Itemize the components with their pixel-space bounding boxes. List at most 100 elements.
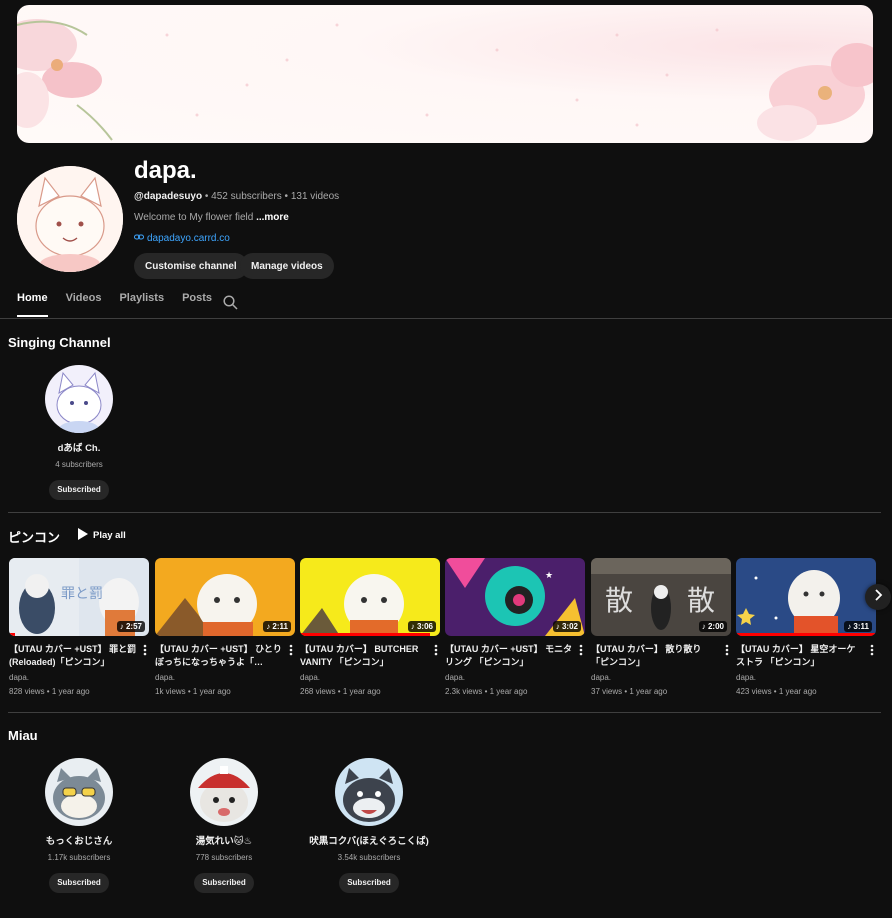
avatar[interactable] — [45, 758, 113, 826]
video-title[interactable]: 【UTAU カバー +UST】 ひとりぼっちになっちゃうよ「… — [155, 643, 283, 669]
channel-link[interactable]: dapadayo.carrd.co — [134, 233, 230, 244]
section-title-miau[interactable]: Miau — [8, 728, 38, 743]
video-thumbnail[interactable]: 罪と罰 ♪ 2:57 — [9, 558, 149, 636]
watch-progress-bar — [736, 633, 876, 636]
channel-card-name[interactable]: もっくおじさん — [14, 833, 144, 847]
subscribed-button[interactable]: Subscribed — [194, 873, 254, 893]
channel-card-subs: 3.54k subscribers — [337, 853, 401, 862]
duration-text: 3:02 — [561, 622, 578, 631]
channel-description[interactable]: Welcome to My flower field ...more — [134, 212, 289, 223]
channel-card[interactable]: 湯気れい🐱♨ 778 subscribers Subscribed — [159, 758, 289, 893]
video-channel[interactable]: dapa. — [155, 673, 295, 682]
video-title[interactable]: 【UTAU カバー】 星空オーケストラ 「ピンコン」 — [736, 643, 864, 669]
channel-banner — [17, 5, 873, 143]
duration-text: 2:00 — [707, 622, 724, 631]
description-text: Welcome to My flower field — [134, 212, 257, 223]
video-channel[interactable]: dapa. — [9, 673, 149, 682]
video-title[interactable]: 【UTAU カバー】 散り散り「ピンコン」 — [591, 643, 719, 669]
video-thumbnail[interactable]: ♪ 3:06 — [300, 558, 440, 636]
video-title[interactable]: 【UTAU カバー +UST】 罪と罰 (Reloaded)「ピンコン」 — [9, 643, 137, 669]
tab-playlists[interactable]: Playlists — [119, 292, 164, 317]
video-duration: ♪ 3:11 — [844, 621, 872, 632]
video-title[interactable]: 【UTAU カバー】 BUTCHER VANITY 「ピンコン」 — [300, 643, 428, 669]
video-duration: ♪ 2:11 — [263, 621, 291, 632]
more-options-icon[interactable] — [434, 643, 438, 661]
section-title-singing[interactable]: Singing Channel — [8, 335, 111, 350]
svg-text:罪と罰: 罪と罰 — [61, 586, 103, 602]
more-options-icon[interactable] — [143, 643, 147, 661]
video-meta: 423 views • 1 year ago — [736, 687, 817, 696]
video-duration: ♪ 2:00 — [698, 621, 727, 632]
video-meta: 1k views • 1 year ago — [155, 687, 231, 696]
video-card[interactable]: ♪ 2:11 【UTAU カバー +UST】 ひとりぼっちになっちゃうよ「… dap… — [155, 558, 295, 696]
video-card[interactable]: ♪ 3:11 【UTAU カバー】 星空オーケストラ 「ピンコン」 dapa. 423… — [736, 558, 876, 696]
channel-card-subs: 778 subscribers — [195, 853, 253, 862]
channel-tabs: Home Videos Playlists Posts — [17, 292, 230, 317]
more-options-icon[interactable] — [289, 643, 293, 661]
video-card[interactable]: 罪と罰 ♪ 2:57 【UTAU カバー +UST】 罪と罰 (Reloaded)「… — [9, 558, 149, 696]
next-arrow-button[interactable] — [865, 584, 891, 610]
duration-text: 3:06 — [416, 622, 433, 631]
video-thumbnail[interactable]: ♪ 3:11 — [736, 558, 876, 636]
play-icon — [77, 528, 88, 543]
more-link[interactable]: ...more — [256, 212, 289, 223]
video-meta: 268 views • 1 year ago — [300, 687, 381, 696]
subscribed-button[interactable]: Subscribed — [49, 873, 109, 893]
video-card[interactable]: ★ ♪ 3:02 【UTAU カバー +UST】 モニタリング 「ピンコン」 dapa… — [445, 558, 585, 696]
watch-progress-bar — [9, 633, 15, 636]
avatar[interactable] — [335, 758, 403, 826]
channel-card-name[interactable]: 湯気れい🐱♨ — [159, 833, 289, 847]
video-meta: 37 views • 1 year ago — [591, 687, 668, 696]
svg-text:散: 散 — [687, 584, 715, 617]
chevron-right-icon — [873, 588, 883, 606]
channel-card-name[interactable]: dあば Ch. — [14, 440, 144, 454]
tab-posts[interactable]: Posts — [182, 292, 212, 317]
tab-videos[interactable]: Videos — [66, 292, 102, 317]
channel-card-name[interactable]: 吠黒コクバ(ほえぐろこくば) — [304, 833, 434, 847]
video-thumbnail[interactable]: 散 散 ♪ 2:00 — [591, 558, 731, 636]
video-channel[interactable]: dapa. — [736, 673, 876, 682]
video-meta: 828 views • 1 year ago — [9, 687, 90, 696]
duration-text: 3:11 — [853, 622, 869, 631]
avatar[interactable] — [190, 758, 258, 826]
channel-card-subs: 4 subscribers — [55, 460, 103, 469]
svg-text:★: ★ — [545, 571, 553, 581]
more-options-icon[interactable] — [579, 643, 583, 661]
subscribed-button[interactable]: Subscribed — [49, 480, 109, 500]
video-duration: ♪ 3:06 — [407, 621, 436, 632]
link-icon — [134, 233, 144, 244]
tab-home[interactable]: Home — [17, 292, 48, 317]
channel-stats: • 452 subscribers • 131 videos — [202, 191, 340, 202]
video-channel[interactable]: dapa. — [591, 673, 731, 682]
channel-link-text[interactable]: dapadayo.carrd.co — [147, 233, 230, 244]
channel-handle: @dapadesuyo — [134, 191, 203, 202]
video-thumbnail[interactable]: ★ ♪ 3:02 — [445, 558, 585, 636]
video-card[interactable]: ♪ 3:06 【UTAU カバー】 BUTCHER VANITY 「ピンコン」 da… — [300, 558, 440, 696]
channel-avatar[interactable] — [17, 166, 123, 272]
subscribed-button[interactable]: Subscribed — [339, 873, 399, 893]
section-title-pincon[interactable]: ピンコン — [8, 527, 60, 546]
video-title[interactable]: 【UTAU カバー +UST】 モニタリング 「ピンコン」 — [445, 643, 573, 669]
video-duration: ♪ 2:57 — [116, 621, 145, 632]
manage-videos-button[interactable]: Manage videos — [240, 253, 334, 279]
more-options-icon[interactable] — [725, 643, 729, 661]
channel-card[interactable]: dあば Ch. 4 subscribers Subscribed — [14, 365, 144, 500]
video-channel[interactable]: dapa. — [300, 673, 440, 682]
duration-text: 2:57 — [125, 622, 142, 631]
more-options-icon[interactable] — [870, 643, 874, 661]
watch-progress-bar — [300, 633, 431, 636]
video-thumbnail[interactable]: ♪ 2:11 — [155, 558, 295, 636]
section-divider — [8, 512, 881, 513]
channel-meta: @dapadesuyo • 452 subscribers • 131 vide… — [134, 191, 339, 202]
tabs-divider — [0, 318, 892, 319]
play-all-label: Play all — [93, 530, 126, 541]
channel-card[interactable]: 吠黒コクバ(ほえぐろこくば) 3.54k subscribers Subscri… — [304, 758, 434, 893]
play-all-button[interactable]: Play all — [77, 528, 126, 543]
channel-card[interactable]: もっくおじさん 1.17k subscribers Subscribed — [14, 758, 144, 893]
search-icon[interactable] — [223, 295, 238, 315]
video-channel[interactable]: dapa. — [445, 673, 585, 682]
customise-channel-button[interactable]: Customise channel — [134, 253, 248, 279]
avatar[interactable] — [45, 365, 113, 433]
svg-text:散: 散 — [605, 584, 633, 617]
video-card[interactable]: 散 散 ♪ 2:00 【UTAU カバー】 散り散り「ピンコン」 dapa. 37 vie… — [591, 558, 731, 696]
